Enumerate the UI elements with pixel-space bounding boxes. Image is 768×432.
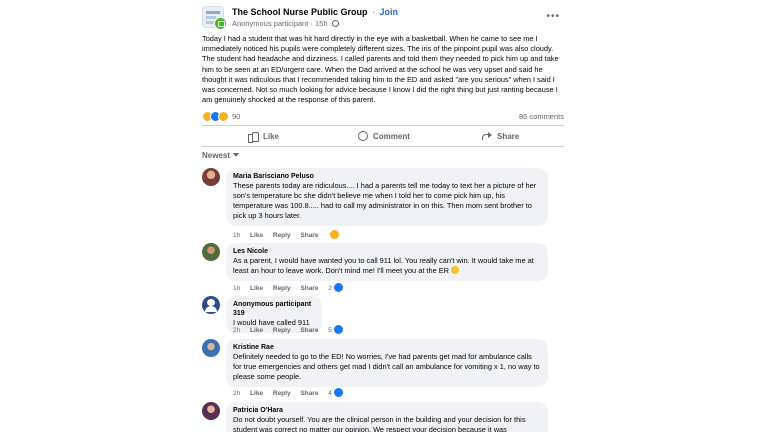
comment-button[interactable]: Comment: [358, 129, 410, 143]
chevron-down-icon: [233, 153, 240, 157]
comment-reply-button[interactable]: Reply: [273, 390, 291, 397]
share-icon: [482, 131, 492, 141]
avatar[interactable]: [202, 339, 220, 357]
like-reaction-icon[interactable]: [333, 325, 343, 334]
comment-share-button[interactable]: Share: [300, 390, 318, 397]
comment-time[interactable]: 1h: [233, 285, 240, 292]
comment-bubble: Kristine Rae Definitely needed to go to …: [226, 339, 548, 387]
post-actions: Like Comment Share: [202, 127, 564, 145]
comment-reply-button[interactable]: Reply: [273, 327, 291, 334]
post-author[interactable]: Anonymous participant: [232, 19, 308, 28]
like-reaction-icon[interactable]: [333, 388, 343, 397]
comment-share-button[interactable]: Share: [300, 285, 318, 292]
user-badge-icon: [214, 17, 227, 30]
comment-text: As a parent, I would have wanted you to …: [233, 256, 541, 276]
separator: ·: [372, 7, 376, 17]
avatar[interactable]: [202, 243, 220, 261]
comment-like-button[interactable]: Like: [250, 285, 263, 292]
comment-bubble: Maria Barisciano Peluso These parents to…: [226, 168, 548, 226]
comment-react-count[interactable]: 5: [328, 327, 332, 334]
comment-share-button[interactable]: Share: [300, 232, 318, 239]
comment-time[interactable]: 1h: [233, 232, 240, 239]
comment-like-button[interactable]: Like: [250, 390, 263, 397]
comment-meta: 1h Like Reply Share: [233, 230, 347, 239]
post-body: Today I had a student that was hit hard …: [202, 34, 559, 105]
divider: [202, 125, 564, 126]
commenter-name[interactable]: Maria Barisciano Peluso: [233, 172, 541, 181]
avatar[interactable]: [202, 296, 220, 314]
post-time[interactable]: 15h: [315, 19, 328, 28]
wow-reaction-icon: [218, 111, 229, 122]
globe-icon: [331, 20, 339, 27]
separator: ·: [310, 19, 313, 28]
divider: [202, 146, 564, 147]
post-card: The School Nurse Public Group · Join Ano…: [198, 0, 570, 432]
comment-reply-button[interactable]: Reply: [273, 232, 291, 239]
comment-like-button[interactable]: Like: [250, 327, 263, 334]
more-options-icon[interactable]: •••: [546, 12, 560, 22]
reaction-count[interactable]: 90: [232, 112, 240, 121]
comment-text: These parents today are ridiculous.... I…: [233, 181, 537, 220]
comment-meta: 1h Like Reply Share 2: [233, 283, 351, 292]
comment-reply-button[interactable]: Reply: [273, 285, 291, 292]
comment-count[interactable]: 86 comments: [519, 112, 564, 121]
comment-react-count[interactable]: 4: [328, 390, 332, 397]
sort-label: Newest: [202, 151, 231, 160]
comment-meta: 2h Like Reply Share 5: [233, 325, 351, 334]
comment-text-content: As a parent, I would have wanted you to …: [233, 256, 534, 275]
comment-bubble: Les Nicole As a parent, I would have wan…: [226, 243, 548, 281]
comment-react-count[interactable]: 2: [328, 285, 332, 292]
commenter-name[interactable]: Anonymous participant 319: [233, 300, 315, 318]
avatar[interactable]: [202, 168, 220, 186]
comment-sort-dropdown[interactable]: Newest: [202, 151, 240, 160]
comment-text: Definitely needed to go to the ED! No wo…: [233, 352, 540, 381]
comment-icon: [358, 131, 368, 141]
commenter-name[interactable]: Les Nicole: [233, 247, 541, 256]
post-header: The School Nurse Public Group · Join Ano…: [202, 4, 566, 30]
thumbs-up-icon: [248, 131, 259, 143]
commenter-name[interactable]: Patricia O'Hara: [233, 406, 541, 415]
group-name-link[interactable]: The School Nurse Public Group: [232, 7, 368, 17]
avatar[interactable]: [202, 402, 220, 420]
care-reaction-icon[interactable]: [330, 230, 340, 239]
share-button[interactable]: Share: [482, 129, 519, 143]
like-reaction-icon[interactable]: [333, 283, 343, 292]
comment-text: Do not doubt yourself. You are the clini…: [233, 415, 526, 432]
comment-bubble: Patricia O'Hara Do not doubt yourself. Y…: [226, 402, 548, 432]
join-button[interactable]: Join: [380, 7, 399, 17]
share-label: Share: [497, 131, 520, 141]
post-subline: Anonymous participant · 15h: [232, 19, 339, 28]
like-label: Like: [263, 131, 280, 141]
grinning-emoji-icon: [451, 266, 460, 274]
commenter-name[interactable]: Kristine Rae: [233, 343, 541, 352]
comment-like-button[interactable]: Like: [250, 232, 263, 239]
comment-meta: 2h Like Reply Share 4: [233, 388, 351, 397]
group-name-line: The School Nurse Public Group · Join: [232, 7, 398, 17]
like-button[interactable]: Like: [248, 129, 279, 143]
page: The School Nurse Public Group · Join Ano…: [0, 0, 768, 432]
comment-share-button[interactable]: Share: [300, 327, 318, 334]
comment-time[interactable]: 2h: [233, 390, 240, 397]
reaction-summary: 90 86 comments: [202, 111, 564, 123]
comment-time[interactable]: 2h: [233, 327, 240, 334]
comment-label: Comment: [373, 131, 410, 141]
